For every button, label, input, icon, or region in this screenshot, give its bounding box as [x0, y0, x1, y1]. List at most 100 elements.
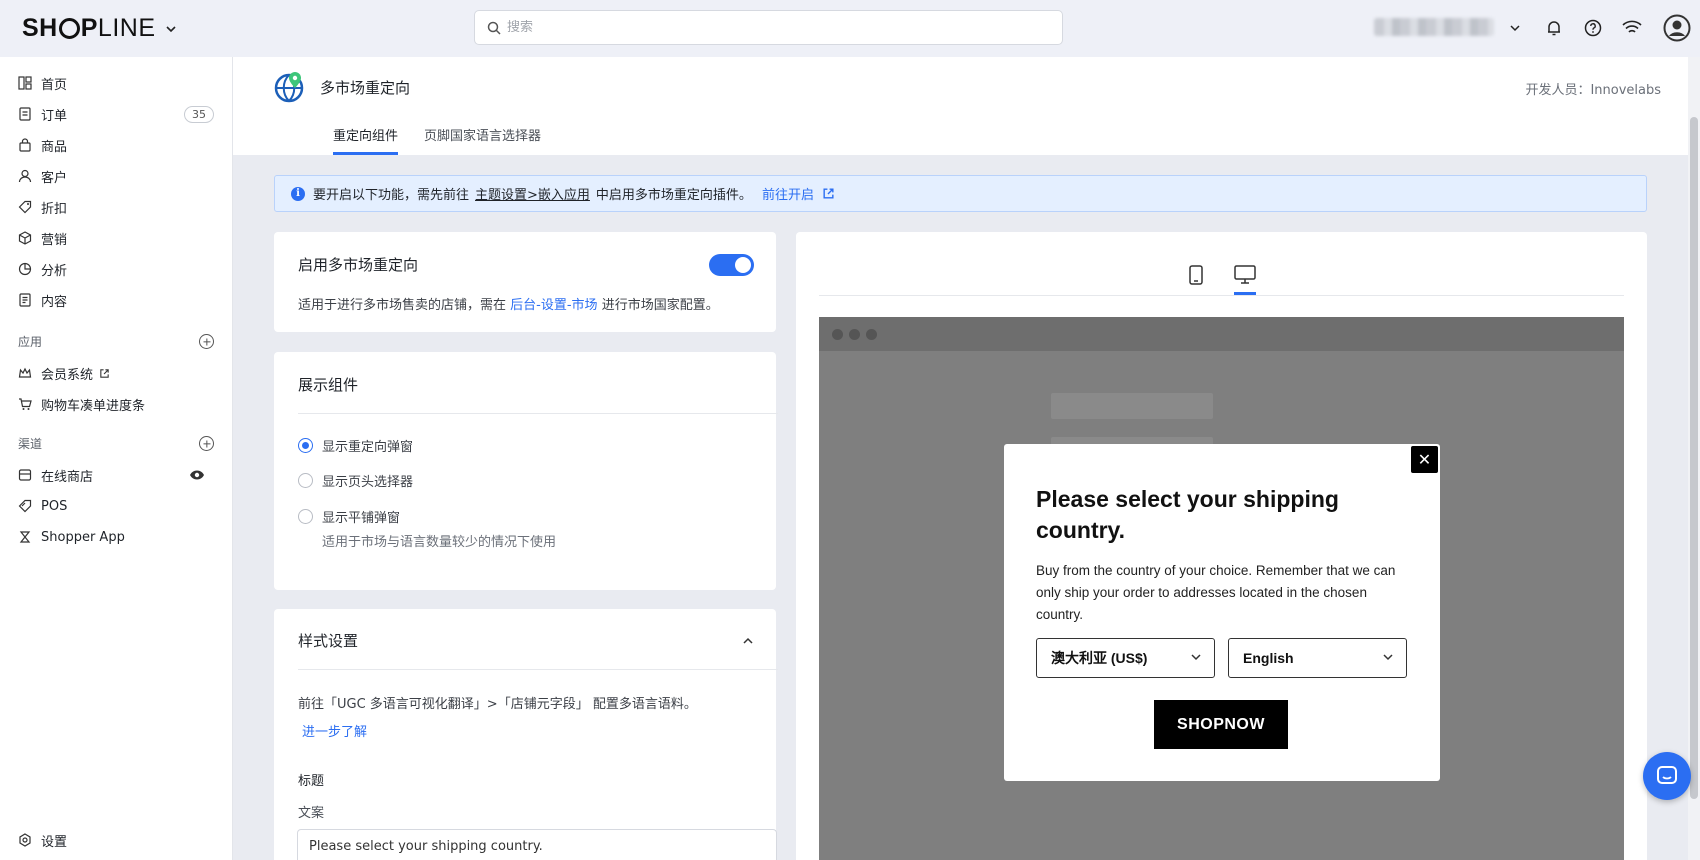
field-label: 文案 [298, 806, 325, 821]
enable-card: 启用多市场重定向 适用于进行多市场售卖的店铺，需在 后台-设置-市场 进行市场国… [274, 232, 776, 332]
bell-icon[interactable] [1542, 16, 1566, 40]
divider [298, 669, 778, 670]
banner-text: 中启用多市场重定向插件。 [595, 188, 752, 203]
sidebar: 首页 订单 35 商品 客户 折扣 营销 分析 内容 应用 会员系统 购物车凑单 [0, 57, 233, 860]
sidebar-item-label: 订单 [41, 108, 68, 124]
select-value: English [1243, 650, 1294, 666]
preview-card: ✕ Please select your shipping country. B… [796, 232, 1647, 860]
chevron-down-icon[interactable] [1503, 16, 1527, 40]
search-box[interactable] [474, 10, 1063, 45]
display-component-card: 展示组件 显示重定向弹窗 显示页头选择器 显示平铺弹窗 适用于市场与语言数量较少… [274, 352, 778, 590]
external-link-icon [100, 368, 109, 378]
search-input[interactable] [507, 20, 1047, 35]
sidebar-item-content[interactable]: 内容 [18, 287, 214, 313]
top-bar: SH P LINE [0, 0, 1700, 57]
avatar-icon[interactable] [1662, 13, 1692, 43]
sidebar-item-membership[interactable]: 会员系统 [18, 360, 214, 386]
sidebar-item-orders[interactable]: 订单 35 [18, 101, 214, 127]
shop-now-button[interactable]: SHOPNOW [1154, 700, 1288, 749]
wifi-icon[interactable] [1620, 16, 1644, 40]
apps-section-header: 应用 [18, 333, 214, 350]
gear-icon [19, 833, 31, 847]
sidebar-item-label: 设置 [41, 834, 68, 850]
add-app-icon[interactable] [199, 334, 214, 349]
order-count-badge: 35 [184, 105, 214, 123]
section-label: 应用 [18, 335, 43, 349]
sidebar-item-analytics[interactable]: 分析 [18, 256, 214, 282]
page-title: 多市场重定向 [320, 79, 411, 97]
radio-button[interactable] [298, 509, 313, 524]
window-dot [866, 329, 877, 340]
enable-description: 适用于进行多市场售卖的店铺，需在 后台-设置-市场 进行市场国家配置。 [298, 294, 719, 313]
shopline-logo[interactable]: SH P LINE [22, 14, 176, 43]
sidebar-item-shopper-app[interactable]: Shopper App [18, 524, 214, 550]
sidebar-item-discounts[interactable]: 折扣 [18, 194, 214, 220]
chevron-up-icon[interactable] [742, 637, 754, 645]
option-label: 显示页头选择器 [322, 475, 414, 490]
sidebar-item-label: 商品 [41, 139, 68, 155]
external-link-icon[interactable] [822, 187, 835, 200]
desktop-view-icon[interactable] [1234, 264, 1256, 286]
sidebar-item-settings[interactable]: 设置 [18, 827, 214, 853]
enable-toggle[interactable] [709, 254, 754, 276]
add-channel-icon[interactable] [199, 436, 214, 451]
title-text-input[interactable]: Please select your shipping country. [297, 829, 777, 860]
close-icon[interactable]: ✕ [1411, 446, 1438, 473]
chevron-down-icon [1191, 654, 1201, 661]
style-settings-card: 样式设置 前往「UGC 多语言可视化翻译」>「店铺元字段」 配置多语言语料。 进… [274, 609, 778, 860]
mobile-view-icon[interactable] [1185, 264, 1207, 286]
card-title: 展示组件 [298, 376, 359, 394]
chevron-down-icon[interactable] [165, 24, 176, 34]
browser-bar [819, 317, 1624, 351]
language-select[interactable]: English [1228, 638, 1407, 678]
scrollbar-thumb[interactable] [1690, 117, 1698, 799]
divider [298, 413, 778, 414]
radio-button[interactable] [298, 473, 313, 488]
eye-icon[interactable] [189, 469, 205, 481]
sidebar-item-home[interactable]: 首页 [18, 70, 214, 96]
store-name-blurred[interactable] [1374, 18, 1494, 36]
country-select[interactable]: 澳大利亚 (US$) [1036, 638, 1215, 678]
pie-icon [18, 262, 32, 276]
channels-section-header: 渠道 [18, 435, 214, 452]
option-redirect-popup[interactable]: 显示重定向弹窗 [298, 436, 413, 455]
home-icon [18, 76, 32, 90]
popup-body: Buy from the country of your choice. Rem… [1036, 563, 1396, 622]
divider [819, 295, 1624, 296]
option-tiled-popup[interactable]: 显示平铺弹窗 [298, 507, 400, 526]
sidebar-item-label: 首页 [41, 77, 68, 93]
document-icon [19, 293, 31, 307]
sidebar-item-label: Shopper App [41, 529, 125, 545]
sidebar-item-pos[interactable]: POS [18, 493, 214, 519]
chat-icon [1657, 766, 1677, 784]
cube-icon [18, 231, 32, 245]
tab-redirect-component[interactable]: 重定向组件 [333, 125, 399, 155]
redirect-popup: ✕ Please select your shipping country. B… [1004, 444, 1440, 781]
sidebar-item-products[interactable]: 商品 [18, 132, 214, 158]
sidebar-item-label: 分析 [41, 263, 68, 279]
chat-support-button[interactable] [1643, 752, 1691, 800]
go-enable-link[interactable]: 前往开启 [762, 184, 814, 203]
chevron-down-icon [1383, 654, 1393, 661]
option-header-selector[interactable]: 显示页头选择器 [298, 471, 413, 490]
learn-more-link[interactable]: 进一步了解 [302, 721, 367, 740]
theme-settings-link[interactable]: 主题设置>嵌入应用 [475, 184, 590, 203]
sidebar-item-label: POS [41, 498, 68, 514]
sidebar-item-marketing[interactable]: 营销 [18, 225, 214, 251]
developer-label: 开发人员：Innovelabs [1525, 83, 1661, 98]
help-icon[interactable] [1581, 16, 1605, 40]
tab-footer-selector[interactable]: 页脚国家语言选择器 [424, 125, 541, 155]
markets-settings-link[interactable]: 后台-设置-市场 [510, 298, 597, 313]
app-globe-icon [274, 72, 304, 103]
store-icon [18, 469, 32, 481]
card-title: 样式设置 [298, 632, 359, 650]
window-dot [849, 329, 860, 340]
radio-button[interactable] [298, 438, 313, 453]
sidebar-item-customers[interactable]: 客户 [18, 163, 214, 189]
sidebar-item-cart-progress[interactable]: 购物车凑单进度条 [18, 391, 214, 417]
store-preview-window: ✕ Please select your shipping country. B… [819, 317, 1624, 860]
bag-icon [19, 138, 31, 152]
sidebar-item-label: 折扣 [41, 201, 68, 217]
sidebar-item-online-store[interactable]: 在线商店 [18, 462, 214, 488]
card-title: 启用多市场重定向 [298, 256, 419, 274]
